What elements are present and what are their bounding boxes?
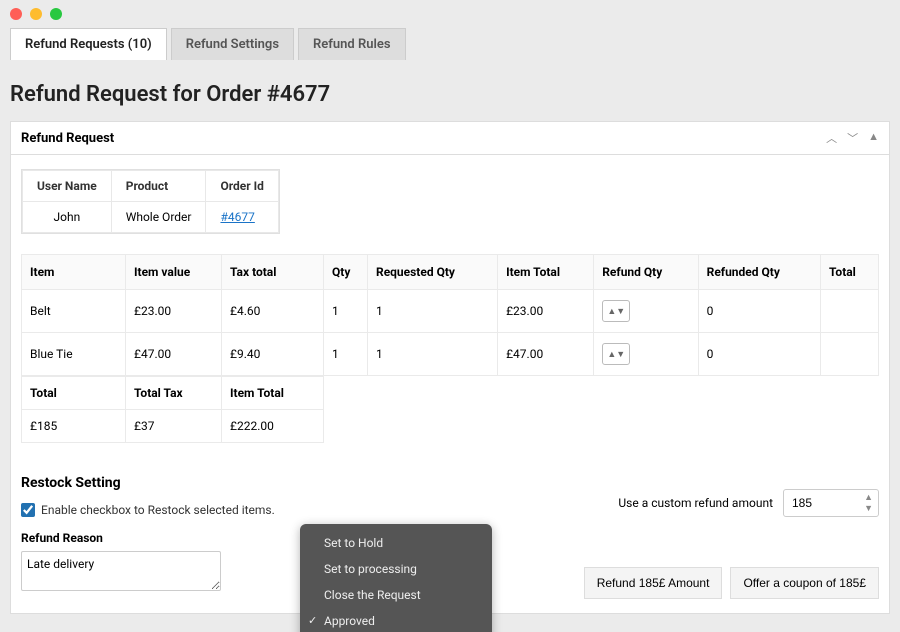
order-product: Whole Order: [111, 202, 206, 233]
cell-qty: 1: [324, 290, 368, 333]
refund-qty-stepper[interactable]: ▲▼: [602, 300, 630, 322]
totals-item-total: £222.00: [222, 410, 324, 443]
restock-checkbox-row[interactable]: Enable checkbox to Restock selected item…: [21, 503, 275, 517]
window-titlebar: [0, 0, 900, 28]
cell-tax-total: £9.40: [222, 333, 324, 376]
status-option[interactable]: Set to Hold: [300, 530, 492, 556]
tab-refund-requests[interactable]: Refund Requests (10): [10, 28, 167, 60]
status-option[interactable]: Close the Request: [300, 582, 492, 608]
restock-checkbox-label: Enable checkbox to Restock selected item…: [41, 503, 275, 517]
cell-total: [821, 333, 879, 376]
status-option[interactable]: Approved: [300, 608, 492, 632]
table-row: Belt£23.00£4.6011£23.00▲▼0: [22, 290, 879, 333]
refund-reason-textarea[interactable]: [21, 551, 221, 591]
tab-bar: Refund Requests (10) Refund Settings Ref…: [0, 28, 900, 60]
tab-refund-rules[interactable]: Refund Rules: [298, 28, 406, 60]
refund-reason-label: Refund Reason: [21, 531, 221, 545]
col-header-tax-total: Tax total: [222, 255, 324, 290]
cell-item-value: £23.00: [126, 290, 222, 333]
totals-header-item-total: Item Total: [222, 377, 324, 410]
items-table: Item Item value Tax total Qty Requested …: [21, 254, 879, 376]
totals-table: Total Total Tax Item Total £185 £37 £222…: [21, 376, 324, 443]
panel-move-up-icon[interactable]: ︿: [826, 130, 837, 146]
cell-item: Blue Tie: [22, 333, 126, 376]
cell-refunded-qty: 0: [698, 290, 820, 333]
cell-refunded-qty: 0: [698, 333, 820, 376]
col-header-item-value: Item value: [126, 255, 222, 290]
page-title: Refund Request for Order #4677: [10, 82, 890, 107]
window-maximize-button[interactable]: [50, 8, 62, 20]
cell-item: Belt: [22, 290, 126, 333]
restock-checkbox[interactable]: [21, 503, 35, 517]
custom-amount-label: Use a custom refund amount: [618, 496, 773, 510]
custom-amount-input[interactable]: [783, 489, 879, 517]
col-header-qty: Qty: [324, 255, 368, 290]
totals-total: £185: [22, 410, 126, 443]
cell-total: [821, 290, 879, 333]
status-option[interactable]: Set to processing: [300, 556, 492, 582]
col-header-product: Product: [111, 171, 206, 202]
order-summary-table: User Name Product Order Id John Whole Or…: [21, 169, 280, 234]
col-header-item-total: Item Total: [498, 255, 594, 290]
cell-tax-total: £4.60: [222, 290, 324, 333]
tab-refund-settings[interactable]: Refund Settings: [171, 28, 294, 60]
refund-qty-stepper[interactable]: ▲▼: [602, 343, 630, 365]
table-row: Blue Tie£47.00£9.4011£47.00▲▼0: [22, 333, 879, 376]
cell-item-total: £23.00: [498, 290, 594, 333]
window-close-button[interactable]: [10, 8, 22, 20]
offer-coupon-button[interactable]: Offer a coupon of 185£: [730, 567, 879, 599]
cell-item-value: £47.00: [126, 333, 222, 376]
window-minimize-button[interactable]: [30, 8, 42, 20]
panel-title: Refund Request: [21, 131, 114, 146]
cell-item-total: £47.00: [498, 333, 594, 376]
cell-requested-qty: 1: [368, 333, 498, 376]
col-header-refund-qty: Refund Qty: [594, 255, 698, 290]
totals-header-tax: Total Tax: [126, 377, 222, 410]
col-header-item: Item: [22, 255, 126, 290]
col-header-requested-qty: Requested Qty: [368, 255, 498, 290]
order-id-link[interactable]: #4677: [220, 210, 254, 224]
totals-tax: £37: [126, 410, 222, 443]
col-header-user: User Name: [23, 171, 112, 202]
panel-move-down-icon[interactable]: ﹀: [847, 130, 858, 146]
cell-requested-qty: 1: [368, 290, 498, 333]
restock-setting-title: Restock Setting: [21, 475, 275, 491]
refund-amount-button[interactable]: Refund 185£ Amount: [584, 567, 723, 599]
col-header-order-id: Order Id: [206, 171, 278, 202]
totals-header-total: Total: [22, 377, 126, 410]
col-header-total: Total: [821, 255, 879, 290]
cell-qty: 1: [324, 333, 368, 376]
request-status-dropdown[interactable]: Set to HoldSet to processingClose the Re…: [300, 524, 492, 632]
col-header-refunded-qty: Refunded Qty: [698, 255, 820, 290]
panel-collapse-icon[interactable]: ▲: [868, 130, 879, 146]
order-user: John: [23, 202, 112, 233]
